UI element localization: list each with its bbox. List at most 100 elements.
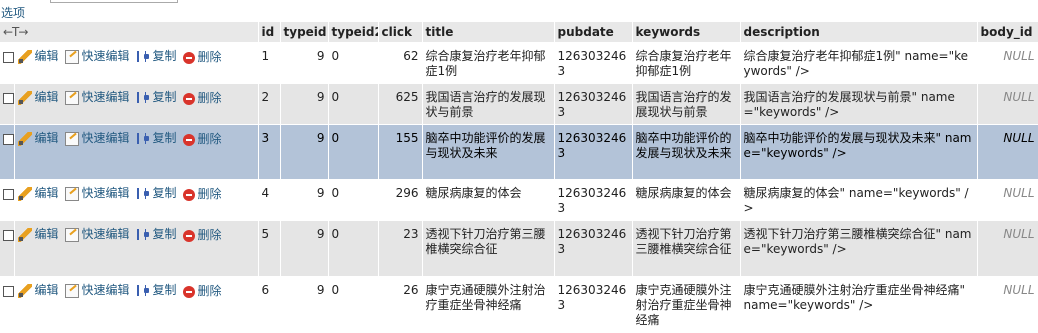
edit-link[interactable]: 编辑 (17, 49, 59, 64)
cell-pubdate: 1263032463 (554, 124, 633, 180)
delete-link[interactable]: 删除 (182, 50, 222, 65)
table-row[interactable]: 编辑 快速编辑 复制 删除 5 9 0 23 透视下针刀治疗第三腰椎横突综合征 126303246… (0, 220, 1038, 277)
table-row[interactable]: 编辑 快速编辑 复制 删除 4 9 0 296 糖尿病康复的体会 1263032463 糖尿病康复的… (0, 179, 1038, 221)
quick-edit-icon (64, 227, 79, 242)
edit-link[interactable]: 编辑 (17, 131, 59, 146)
quick-edit-link[interactable]: 快速编辑 (64, 186, 130, 201)
table-row[interactable]: 编辑 快速编辑 复制 删除 1 9 0 62 综合康复治疗老年抑郁症1例 1263032463 综合… (0, 42, 1038, 84)
row-checkbox-cell[interactable] (0, 83, 15, 125)
cell-keywords: 糖尿病康复的体会 (632, 179, 741, 221)
copy-label: 复制 (152, 186, 177, 200)
cell-body-id: NULL (977, 220, 1038, 277)
delete-icon (182, 229, 195, 242)
quick-edit-link[interactable]: 快速编辑 (64, 227, 130, 242)
row-checkbox[interactable] (3, 52, 13, 63)
pencil-icon (17, 283, 32, 298)
copy-icon (136, 284, 150, 298)
delete-icon (182, 51, 195, 64)
copy-icon (136, 132, 150, 146)
cell-pubdate: 1263032463 (554, 179, 633, 221)
row-checkbox-cell[interactable] (0, 220, 15, 277)
cell-body-id: NULL (977, 42, 1038, 84)
edit-label: 编辑 (34, 49, 59, 63)
row-checkbox-cell[interactable] (0, 276, 15, 333)
cell-description: 透视下针刀治疗第三腰椎横突综合征" name="keywords" /> (740, 220, 978, 277)
row-checkbox[interactable] (3, 93, 13, 104)
cell-keywords: 脑卒中功能评价的发展与现状及未来 (632, 124, 741, 180)
column-header-click[interactable]: click (378, 22, 423, 43)
edit-link[interactable]: 编辑 (17, 227, 59, 242)
table-header-row: ←T→ id typeid typeid2 click title pubdat… (0, 22, 1038, 43)
options-link[interactable]: 选项 (1, 4, 25, 21)
copy-label: 复制 (152, 283, 177, 297)
column-header-keywords[interactable]: keywords (632, 22, 741, 43)
table-row[interactable]: 编辑 快速编辑 复制 删除 6 9 0 26 康宁克通硬膜外注射治疗重症坐骨神经痛 1263032… (0, 276, 1038, 333)
column-header-description[interactable]: description (740, 22, 978, 43)
cell-keywords: 康宁克通硬膜外注射治疗重症坐骨神经痛 (632, 276, 741, 333)
cell-typeid2: 0 (328, 276, 379, 333)
pencil-icon (17, 186, 32, 201)
cell-keywords: 透视下针刀治疗第三腰椎横突综合征 (632, 220, 741, 277)
row-checkbox[interactable] (3, 189, 13, 200)
quick-edit-link[interactable]: 快速编辑 (64, 49, 130, 64)
top-input-box[interactable] (50, 0, 178, 3)
delete-icon (182, 92, 195, 105)
cell-description: 康宁克通硬膜外注射治疗重症坐骨神经痛" name="keywords" /> (740, 276, 978, 333)
edit-label: 编辑 (34, 283, 59, 297)
row-checkbox[interactable] (3, 230, 13, 241)
column-arrows-header[interactable]: ←T→ (0, 22, 259, 43)
column-header-typeid2[interactable]: typeid2 (328, 22, 379, 43)
cell-id: 6 (258, 276, 281, 333)
delete-link[interactable]: 删除 (182, 132, 222, 147)
column-header-typeid[interactable]: typeid (280, 22, 329, 43)
row-checkbox[interactable] (3, 286, 13, 297)
cell-click: 625 (378, 83, 423, 125)
copy-link[interactable]: 复制 (136, 90, 177, 105)
quick-edit-icon (64, 186, 79, 201)
cell-typeid: 9 (280, 220, 329, 277)
quick-edit-link[interactable]: 快速编辑 (64, 90, 130, 105)
row-checkbox[interactable] (3, 134, 13, 145)
cell-click: 155 (378, 124, 423, 180)
cell-keywords: 综合康复治疗老年抑郁症1例 (632, 42, 741, 84)
row-checkbox-cell[interactable] (0, 124, 15, 180)
cell-title: 我国语言治疗的发展现状与前景 (422, 83, 555, 125)
edit-link[interactable]: 编辑 (17, 283, 59, 298)
copy-link[interactable]: 复制 (136, 131, 177, 146)
column-header-title[interactable]: title (422, 22, 555, 43)
copy-label: 复制 (152, 131, 177, 145)
cell-body-id: NULL (977, 83, 1038, 125)
quick-edit-link[interactable]: 快速编辑 (64, 131, 130, 146)
delete-link[interactable]: 删除 (182, 187, 222, 202)
copy-link[interactable]: 复制 (136, 49, 177, 64)
row-actions: 编辑 快速编辑 复制 删除 (14, 42, 259, 84)
table-row[interactable]: 编辑 快速编辑 复制 删除 3 9 0 155 脑卒中功能评价的发展与现状及未来 12630324… (0, 124, 1038, 180)
column-header-id[interactable]: id (258, 22, 281, 43)
column-header-pubdate[interactable]: pubdate (554, 22, 633, 43)
cell-id: 2 (258, 83, 281, 125)
delete-link[interactable]: 删除 (182, 228, 222, 243)
cell-description: 脑卒中功能评价的发展与现状及未来" name="keywords" /> (740, 124, 978, 180)
cell-click: 23 (378, 220, 423, 277)
cell-click: 62 (378, 42, 423, 84)
quick-edit-label: 快速编辑 (81, 90, 130, 104)
cell-typeid: 9 (280, 124, 329, 180)
table-row[interactable]: 编辑 快速编辑 复制 删除 2 9 0 625 我国语言治疗的发展现状与前景 1263032463… (0, 83, 1038, 125)
row-actions: 编辑 快速编辑 复制 删除 (14, 124, 259, 180)
edit-link[interactable]: 编辑 (17, 90, 59, 105)
row-checkbox-cell[interactable] (0, 179, 15, 221)
delete-link[interactable]: 删除 (182, 91, 222, 106)
copy-link[interactable]: 复制 (136, 227, 177, 242)
column-header-body-id[interactable]: body_id (977, 22, 1038, 43)
quick-edit-link[interactable]: 快速编辑 (64, 283, 130, 298)
cell-typeid2: 0 (328, 179, 379, 221)
edit-link[interactable]: 编辑 (17, 186, 59, 201)
row-actions: 编辑 快速编辑 复制 删除 (14, 179, 259, 221)
copy-link[interactable]: 复制 (136, 186, 177, 201)
cell-body-id: NULL (977, 179, 1038, 221)
copy-link[interactable]: 复制 (136, 283, 177, 298)
row-checkbox-cell[interactable] (0, 42, 15, 84)
delete-icon (182, 133, 195, 146)
delete-link[interactable]: 删除 (182, 284, 222, 299)
cell-id: 3 (258, 124, 281, 180)
